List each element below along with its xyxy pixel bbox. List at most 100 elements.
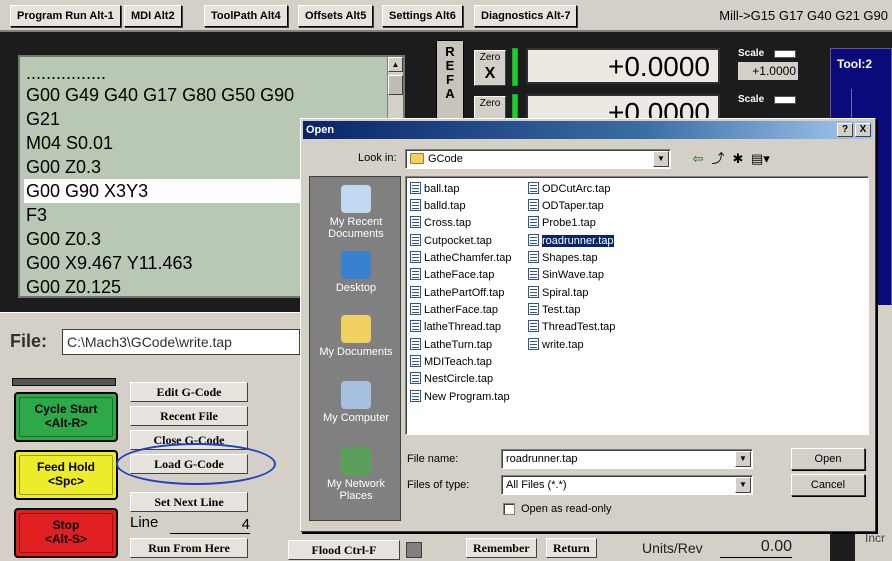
scroll-up-icon[interactable]: ▲: [388, 57, 403, 72]
tap-file-icon: [528, 286, 539, 298]
incr-label: Incr: [865, 531, 886, 545]
run-from-here-button[interactable]: Run From Here: [130, 538, 248, 558]
remember-button[interactable]: Remember: [466, 538, 537, 558]
stop-button[interactable]: Stop <Alt-S>: [14, 508, 118, 558]
tap-file-icon: [528, 303, 539, 315]
tap-file-icon: [410, 251, 421, 263]
file-path-field[interactable]: C:\Mach3\GCode\write.tap: [62, 329, 300, 355]
close-icon[interactable]: X: [855, 123, 871, 137]
flood-button[interactable]: Flood Ctrl-F: [288, 540, 400, 560]
tap-file-icon: [528, 338, 539, 350]
line-label: Line: [130, 514, 159, 531]
tab-toolpath[interactable]: ToolPath Alt4: [204, 5, 288, 27]
tap-file-icon: [410, 303, 421, 315]
gcode-line[interactable]: G00 G49 G40 G17 G80 G50 G90: [24, 83, 400, 107]
list-item[interactable]: SinWave.tap: [528, 267, 606, 283]
list-item[interactable]: LatheFace.tap: [410, 267, 496, 283]
tap-file-icon: [410, 355, 421, 367]
dro-block: Zero X +0.0000 Scale +1.0000 Zero +0.0000…: [468, 40, 828, 132]
file-list[interactable]: ball.tap balld.tap Cross.tap Cutpocket.t…: [405, 176, 869, 435]
list-item[interactable]: Spiral.tap: [528, 285, 590, 301]
open-dialog: Open ? X Look in: GCode ▼ ⇦ ⤴ ✱ ▤▾ My Re…: [300, 118, 876, 532]
desktop-icon: [341, 251, 371, 279]
list-item[interactable]: Cross.tap: [410, 215, 473, 231]
tap-file-icon: [410, 372, 421, 384]
place-recent-documents[interactable]: My Recent Documents: [310, 185, 402, 240]
scale-label: Scale: [738, 94, 765, 105]
list-item[interactable]: ODTaper.tap: [528, 198, 606, 214]
up-folder-icon[interactable]: ⤴: [709, 151, 727, 167]
list-item[interactable]: write.tap: [528, 337, 586, 353]
list-item[interactable]: LatherFace.tap: [410, 302, 500, 318]
look-in-select[interactable]: GCode ▼: [405, 149, 671, 169]
cycle-led: [12, 378, 116, 386]
tap-file-icon: [528, 182, 539, 194]
tap-file-icon: [410, 182, 421, 194]
back-arrow-icon[interactable]: ⇦: [689, 151, 707, 167]
list-item[interactable]: balld.tap: [410, 198, 468, 214]
list-item[interactable]: Shapes.tap: [528, 250, 600, 266]
list-item[interactable]: LathePartOff.tap: [410, 285, 507, 301]
line-number-field[interactable]: 4: [170, 516, 250, 534]
tab-program-run[interactable]: Program Run Alt-1: [10, 5, 121, 27]
scroll-thumb[interactable]: [388, 75, 403, 95]
list-item[interactable]: LatheTurn.tap: [410, 337, 494, 353]
tap-file-icon: [528, 251, 539, 263]
list-item[interactable]: latheThread.tap: [410, 319, 503, 335]
list-item[interactable]: ODCutArc.tap: [528, 181, 612, 197]
tab-diagnostics[interactable]: Diagnostics Alt-7: [474, 5, 578, 27]
help-icon[interactable]: ?: [837, 123, 853, 137]
chevron-down-icon[interactable]: ▼: [653, 151, 669, 167]
units-rev-value[interactable]: 0.00: [720, 536, 792, 558]
tap-file-icon: [410, 234, 421, 246]
x-scale-value[interactable]: +1.0000: [738, 62, 798, 80]
place-network[interactable]: My Network Places: [310, 447, 402, 502]
list-item[interactable]: MDITeach.tap: [410, 354, 494, 370]
tap-file-icon: [528, 199, 539, 211]
recent-file-button[interactable]: Recent File: [130, 406, 248, 426]
cycle-start-button[interactable]: Cycle Start <Alt-R>: [14, 392, 118, 442]
list-item[interactable]: Probe1.tap: [528, 215, 598, 231]
dialog-titlebar[interactable]: Open ? X: [303, 121, 873, 139]
documents-folder-icon: [341, 315, 371, 343]
units-rev-label: Units/Rev: [642, 540, 703, 556]
tap-file-icon: [410, 390, 421, 402]
clock-icon: [341, 185, 371, 213]
chevron-down-icon[interactable]: ▼: [735, 451, 751, 467]
place-desktop[interactable]: Desktop: [310, 251, 402, 294]
highlight-ellipse: [116, 443, 276, 485]
list-item[interactable]: Test.tap: [528, 302, 583, 318]
feed-hold-button[interactable]: Feed Hold <Spc>: [14, 450, 118, 500]
open-button[interactable]: Open: [791, 448, 865, 470]
file-type-select[interactable]: All Files (*.*) ▼: [501, 475, 753, 495]
return-button[interactable]: Return: [546, 538, 597, 558]
read-only-checkbox[interactable]: [503, 503, 515, 515]
zero-x-button[interactable]: Zero X: [474, 50, 506, 86]
set-next-line-button[interactable]: Set Next Line: [130, 492, 248, 512]
network-globe-icon: [341, 447, 371, 475]
list-item[interactable]: New Program.tap: [410, 389, 512, 405]
cancel-button[interactable]: Cancel: [791, 474, 865, 496]
place-my-computer[interactable]: My Computer: [310, 381, 402, 424]
tab-mdi[interactable]: MDI Alt2: [124, 5, 182, 27]
gcode-line[interactable]: ................: [24, 61, 400, 85]
dialog-title: Open: [306, 124, 335, 136]
tab-offsets[interactable]: Offsets Alt5: [298, 5, 374, 27]
tap-file-icon: [528, 234, 539, 246]
list-item[interactable]: ball.tap: [410, 181, 461, 197]
new-folder-icon[interactable]: ✱: [729, 151, 747, 167]
tab-settings[interactable]: Settings Alt6: [382, 5, 463, 27]
chevron-down-icon[interactable]: ▼: [735, 477, 751, 493]
folder-icon: [410, 153, 424, 164]
x-axis-dro[interactable]: +0.0000: [526, 48, 720, 84]
file-name-field[interactable]: roadrunner.tap ▼: [501, 449, 753, 469]
list-item-selected[interactable]: roadrunner.tap: [528, 233, 616, 249]
list-item[interactable]: ThreadTest.tap: [528, 319, 617, 335]
place-my-documents[interactable]: My Documents: [310, 315, 402, 358]
list-item[interactable]: LatheChamfer.tap: [410, 250, 513, 266]
view-menu-icon[interactable]: ▤▾: [751, 151, 770, 167]
flood-led: [406, 542, 422, 558]
list-item[interactable]: Cutpocket.tap: [410, 233, 494, 249]
edit-gcode-button[interactable]: Edit G-Code: [130, 382, 248, 402]
list-item[interactable]: NestCircle.tap: [410, 371, 495, 387]
